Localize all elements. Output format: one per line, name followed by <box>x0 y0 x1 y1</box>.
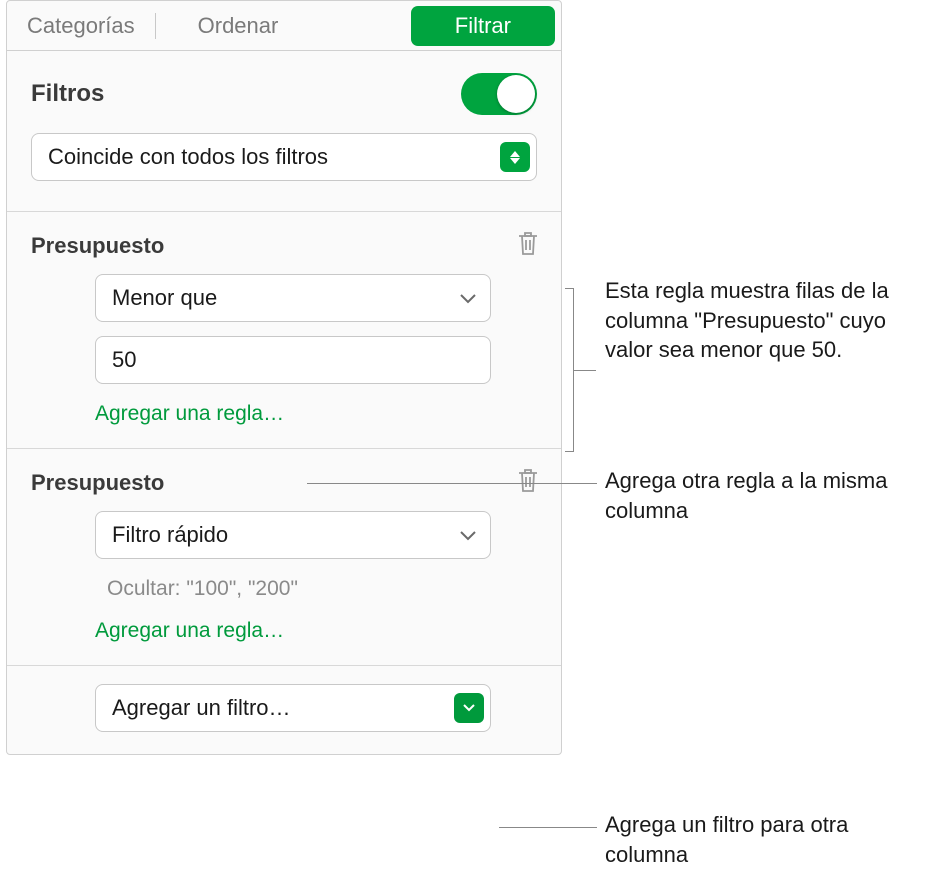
tab-ordenar[interactable]: Ordenar <box>184 5 293 47</box>
filter-panel: Categorías Ordenar Filtrar Filtros Coinc… <box>6 0 562 755</box>
rule-value-input[interactable]: 50 <box>95 336 491 384</box>
rule-type-label: Menor que <box>112 285 460 311</box>
filters-toggle[interactable] <box>461 73 537 115</box>
match-mode-dropdown[interactable]: Coincide con todos los filtros <box>31 133 537 181</box>
match-mode-label: Coincide con todos los filtros <box>48 144 500 170</box>
filter-group: Presupuesto Menor que <box>7 212 561 448</box>
tab-filtrar[interactable]: Filtrar <box>411 6 555 46</box>
callout-leader <box>307 483 597 484</box>
tabs-bar: Categorías Ordenar Filtrar <box>7 1 561 51</box>
updown-arrows-icon <box>500 142 530 172</box>
callout-text: Agrega otra regla a la misma columna <box>605 466 915 525</box>
tab-categorias[interactable]: Categorías <box>13 5 149 47</box>
toggle-knob <box>497 75 535 113</box>
add-rule-link[interactable]: Agregar una regla… <box>95 398 491 448</box>
rule-type-label: Filtro rápido <box>112 522 460 548</box>
callout-leader <box>574 370 596 371</box>
callout-leader <box>499 827 597 828</box>
chevron-down-icon <box>460 286 476 310</box>
add-filter-dropdown[interactable]: Agregar un filtro… <box>95 684 491 732</box>
rule-value-text: 50 <box>112 347 136 373</box>
add-filter-label: Agregar un filtro… <box>112 695 454 721</box>
trash-icon[interactable] <box>517 230 539 262</box>
filter-column-title: Presupuesto <box>31 233 517 259</box>
callout-text: Agrega un filtro para otra columna <box>605 810 915 869</box>
filters-title: Filtros <box>31 80 104 108</box>
filter-group: Presupuesto Filtro rápido <box>7 449 561 665</box>
filters-section: Filtros Coincide con todos los filtros P… <box>7 51 561 754</box>
chevron-down-icon <box>454 693 484 723</box>
chevron-down-icon <box>460 523 476 547</box>
callout-text: Esta regla muestra filas de la columna "… <box>605 276 915 365</box>
tab-divider <box>155 13 156 39</box>
rule-type-dropdown[interactable]: Menor que <box>95 274 491 322</box>
add-rule-link[interactable]: Agregar una regla… <box>95 615 491 665</box>
rule-type-dropdown[interactable]: Filtro rápido <box>95 511 491 559</box>
quick-filter-hide-text: Ocultar: "100", "200" <box>95 573 491 615</box>
